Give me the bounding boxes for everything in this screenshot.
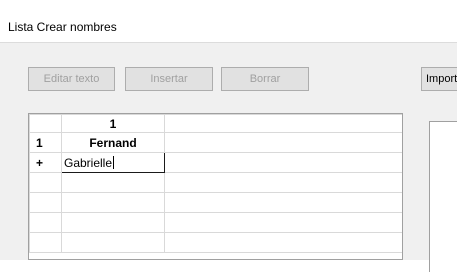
- grid-cell-empty[interactable]: [164, 192, 402, 213]
- delete-button[interactable]: Borrar: [221, 67, 309, 91]
- column-header-empty: [164, 114, 402, 133]
- grid-cell-empty[interactable]: [164, 172, 402, 193]
- table-row: [29, 172, 402, 193]
- grid-header-row: 1: [29, 114, 402, 133]
- grid-cell-empty[interactable]: [164, 152, 402, 173]
- row-header[interactable]: [29, 172, 62, 193]
- table-row: [29, 212, 402, 233]
- row-header[interactable]: [29, 192, 62, 213]
- grid-cell-empty[interactable]: [61, 192, 165, 213]
- table-row: + Gabrielle: [29, 152, 402, 173]
- preview-pane: [429, 121, 457, 272]
- column-header-1[interactable]: 1: [61, 114, 165, 133]
- new-row-header[interactable]: +: [29, 152, 62, 173]
- grid-cell-empty[interactable]: [164, 132, 402, 153]
- grid-corner-cell[interactable]: [29, 114, 62, 133]
- grid-cell[interactable]: Fernand: [61, 132, 165, 153]
- insert-button[interactable]: Insertar: [125, 67, 213, 91]
- grid-cell-empty[interactable]: [61, 172, 165, 193]
- table-row: [29, 192, 402, 213]
- names-grid[interactable]: 1 1 Fernand + Gabrielle: [28, 113, 403, 260]
- table-row: 1 Fernand: [29, 132, 402, 153]
- grid-cell-empty[interactable]: [61, 232, 165, 253]
- window-title: Lista Crear nombres: [8, 20, 117, 34]
- grid-cell-empty[interactable]: [164, 212, 402, 233]
- grid-cell-empty[interactable]: [61, 212, 165, 233]
- text-caret: [113, 155, 115, 169]
- grid-cell-empty[interactable]: [164, 232, 402, 253]
- import-button[interactable]: Import: [421, 67, 457, 91]
- row-header[interactable]: [29, 212, 62, 233]
- row-header[interactable]: 1: [29, 132, 62, 153]
- grid-cell-editor[interactable]: Gabrielle: [61, 152, 165, 173]
- row-header[interactable]: [29, 232, 62, 253]
- edit-text-button[interactable]: Editar texto: [28, 67, 115, 91]
- table-row: [29, 232, 402, 253]
- grid-cell-editor-text: Gabrielle: [64, 155, 113, 170]
